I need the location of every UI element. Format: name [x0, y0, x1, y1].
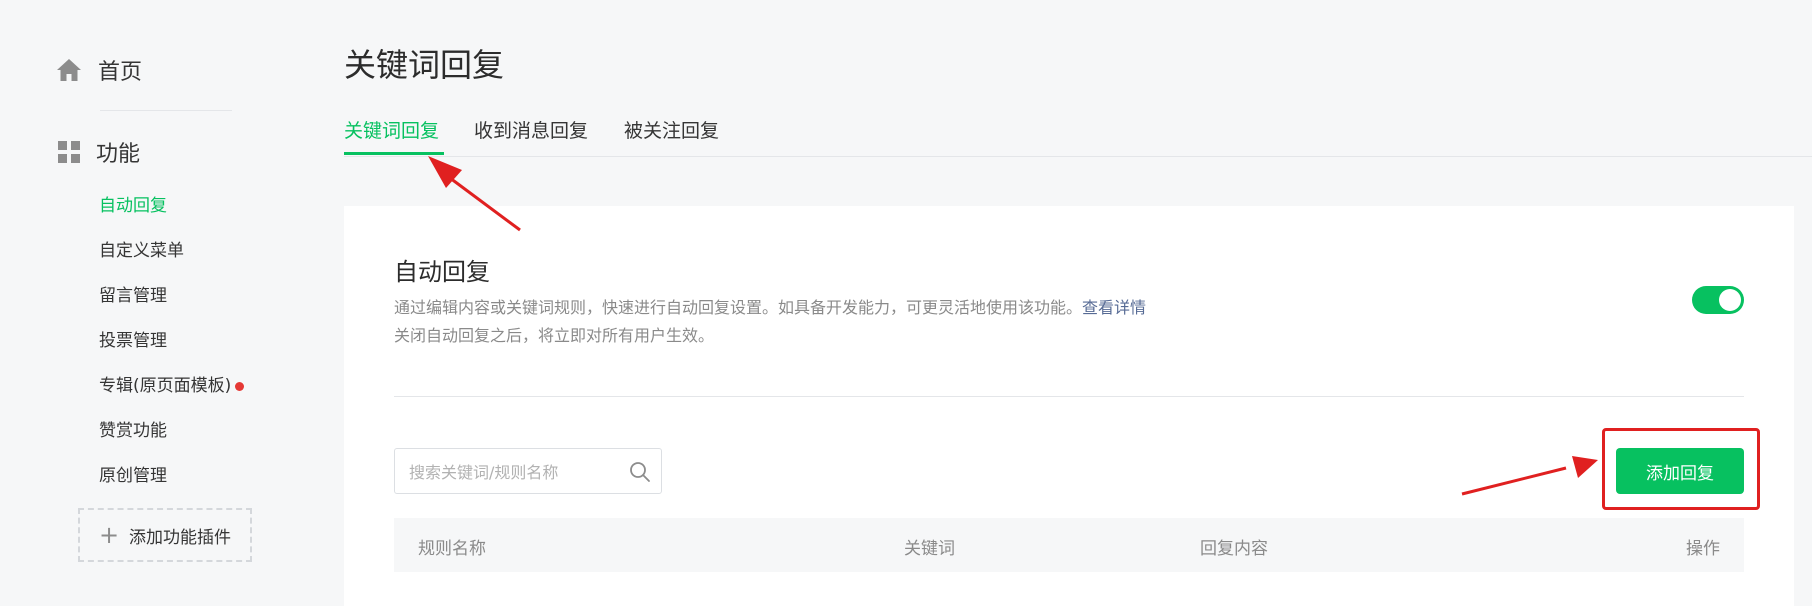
sidebar-divider — [100, 110, 232, 111]
auto-reply-card: 自动回复 通过编辑内容或关键词规则，快速进行自动回复设置。如具备开发能力，可更灵… — [344, 206, 1794, 606]
sidebar-item-auto-reply[interactable]: 自动回复 — [99, 190, 244, 235]
sidebar: 首页 功能 自动回复 自定义菜单 留言管理 投票管理 专辑(原页面模板) 赞赏功… — [0, 0, 300, 585]
sidebar-item-original[interactable]: 原创管理 — [99, 460, 244, 505]
tab-message-reply[interactable]: 收到消息回复 — [474, 116, 588, 143]
card-note: 关闭自动回复之后，将立即对所有用户生效。 — [394, 326, 715, 345]
active-tab-indicator — [344, 152, 444, 155]
sidebar-item-label: 自动回复 — [99, 196, 167, 216]
column-header-rule-name: 规则名称 — [418, 539, 486, 559]
tab-keyword-reply[interactable]: 关键词回复 — [344, 116, 439, 143]
sidebar-item-label: 专辑(原页面模板) — [99, 376, 232, 396]
sidebar-subitems: 自动回复 自定义菜单 留言管理 投票管理 专辑(原页面模板) 赞赏功能 原创管理 — [99, 190, 245, 505]
home-icon — [57, 59, 81, 81]
new-badge-dot — [235, 382, 245, 391]
column-header-keyword: 关键词 — [904, 539, 955, 559]
sidebar-item-label: 自定义菜单 — [99, 241, 184, 261]
tab-follow-reply[interactable]: 被关注回复 — [624, 116, 719, 143]
card-title: 自动回复 — [394, 258, 490, 286]
table-header: 规则名称 关键词 回复内容 操作 — [394, 518, 1744, 572]
search-box — [394, 448, 662, 495]
sidebar-item-label: 投票管理 — [99, 331, 167, 351]
column-header-actions: 操作 — [1686, 539, 1720, 559]
sidebar-item-label: 赞赏功能 — [99, 421, 167, 441]
add-plugin-button[interactable]: + 添加功能插件 — [78, 508, 252, 562]
details-link[interactable]: 查看详情 — [1082, 298, 1146, 317]
sidebar-item-label: 原创管理 — [99, 466, 167, 486]
sidebar-item-voting[interactable]: 投票管理 — [99, 325, 244, 370]
card-divider — [394, 396, 1744, 397]
plus-icon: + — [98, 521, 120, 549]
sidebar-item-comments[interactable]: 留言管理 — [99, 280, 244, 325]
description-text: 通过编辑内容或关键词规则，快速进行自动回复设置。如具备开发能力，可更灵活地使用该… — [394, 298, 1083, 317]
page-title: 关键词回复 — [344, 46, 505, 84]
tab-bar: 关键词回复 收到消息回复 被关注回复 — [344, 108, 1812, 157]
search-input[interactable] — [407, 449, 621, 495]
auto-reply-toggle[interactable] — [1692, 286, 1744, 314]
sidebar-item-custom-menu[interactable]: 自定义菜单 — [99, 235, 244, 280]
add-reply-button[interactable]: 添加回复 — [1616, 448, 1744, 494]
sidebar-item-home[interactable]: 首页 — [56, 52, 142, 88]
sidebar-item-album[interactable]: 专辑(原页面模板) — [99, 370, 245, 415]
column-header-reply-content: 回复内容 — [1200, 539, 1268, 559]
sidebar-item-label: 留言管理 — [99, 286, 167, 306]
search-icon[interactable] — [629, 461, 651, 483]
sidebar-item-function-label: 功能 — [96, 142, 141, 167]
sidebar-item-home-label: 首页 — [98, 60, 143, 85]
sidebar-item-reward[interactable]: 赞赏功能 — [99, 415, 244, 460]
card-description: 通过编辑内容或关键词规则，快速进行自动回复设置。如具备开发能力，可更灵活地使用该… — [394, 294, 1146, 318]
add-plugin-label: 添加功能插件 — [129, 527, 232, 548]
sidebar-item-function[interactable]: 功能 — [58, 134, 140, 170]
grid-icon — [58, 141, 80, 163]
toggle-knob — [1719, 289, 1741, 311]
